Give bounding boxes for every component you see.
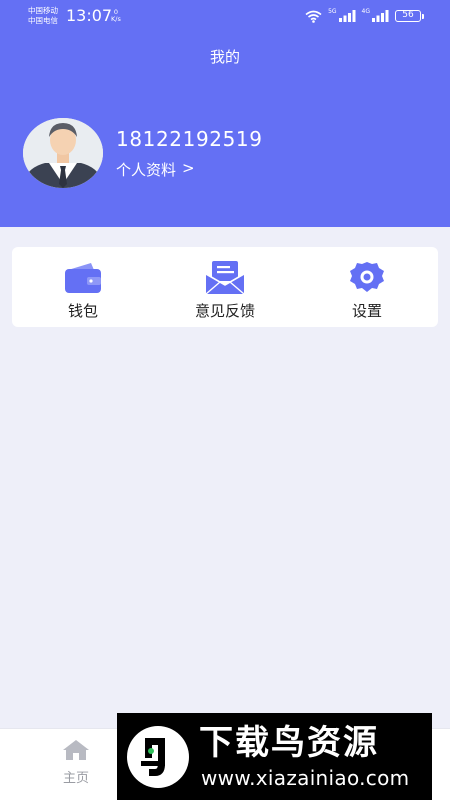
signal-icon-sim2 <box>372 10 389 22</box>
menu-item-settings[interactable]: 设置 <box>296 247 438 327</box>
quick-actions-card: 钱包 意见反馈 设置 <box>12 247 438 327</box>
watermark-title: 下载鸟资源 <box>199 723 379 763</box>
menu-item-label: 意见反馈 <box>194 302 255 320</box>
user-phone-number: 18122192519 <box>116 127 263 151</box>
menu-item-feedback[interactable]: 意见反馈 <box>154 247 296 327</box>
network-speed: 0 K/s <box>111 9 121 23</box>
profile-details-link[interactable]: 个人资料 > <box>116 159 195 180</box>
feedback-mail-icon <box>205 260 245 296</box>
watermark-url: www.xiazainiao.com <box>201 766 410 790</box>
wifi-icon <box>305 10 322 23</box>
profile-link-label: 个人资料 <box>116 161 177 179</box>
chevron-right-icon: > <box>182 159 195 177</box>
wallet-icon <box>63 260 103 296</box>
watermark-banner: 下载鸟资源 www.xiazainiao.com <box>117 713 432 800</box>
tab-home[interactable]: 主页 <box>48 739 104 786</box>
network-speed-unit: K/s <box>111 15 121 23</box>
sim1-network-type: 5G <box>328 8 337 15</box>
profile-header: 中国移动 中国电信 13:07 0 K/s 5G 4G 56 我的 181221… <box>0 0 450 227</box>
carrier-names: 中国移动 中国电信 <box>28 6 58 26</box>
battery-level: 56 <box>395 10 421 22</box>
menu-item-label: 设置 <box>351 302 382 320</box>
page-title: 我的 <box>209 48 240 66</box>
battery-tip <box>422 13 424 19</box>
tab-home-label: 主页 <box>62 771 89 786</box>
menu-item-label: 钱包 <box>67 302 98 320</box>
gear-icon <box>347 260 387 296</box>
status-bar: 中国移动 中国电信 13:07 0 K/s 5G 4G 56 <box>0 0 450 34</box>
carrier-2: 中国电信 <box>28 16 58 25</box>
signal-icon-sim1 <box>338 10 356 22</box>
bird-logo-icon <box>127 726 189 788</box>
menu-item-wallet[interactable]: 钱包 <box>12 247 154 327</box>
avatar[interactable] <box>23 118 103 188</box>
home-icon <box>63 740 89 760</box>
status-icons: 5G 4G 56 <box>305 8 424 24</box>
user-avatar-icon <box>23 118 103 188</box>
status-time: 13:07 <box>66 6 113 25</box>
sim2-network-type: 4G <box>361 8 370 15</box>
carrier-1: 中国移动 <box>28 6 58 15</box>
battery-icon: 56 <box>395 10 424 22</box>
